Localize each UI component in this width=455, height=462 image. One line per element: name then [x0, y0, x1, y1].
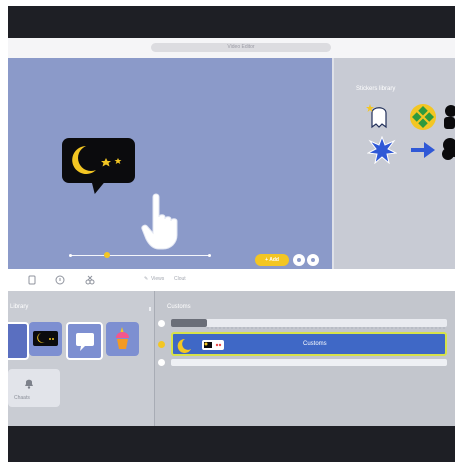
ruler-playhead-region [171, 319, 207, 327]
moon-bubble-thumb-icon [33, 331, 58, 346]
play-button[interactable] [293, 254, 305, 266]
blue-arrow-sticker[interactable] [409, 140, 437, 160]
empty-track[interactable] [171, 359, 447, 366]
empty-track-marker[interactable] [158, 359, 165, 366]
timeline-title: Customs [167, 304, 191, 310]
timeline-panel: Customs Customs [155, 291, 455, 426]
bubble-clip-icon [202, 340, 224, 350]
speech-bubble-tail [88, 180, 107, 194]
views-label[interactable]: Views [151, 276, 164, 282]
help-icon[interactable] [55, 275, 65, 285]
track-label: Customs [303, 341, 327, 347]
video-frame: Video Editor + Add Stickers library ✎ Vi… [8, 6, 455, 462]
chaats-card[interactable]: Chaats [8, 369, 60, 407]
bell-icon [25, 379, 33, 389]
stickers-panel: Stickers library [334, 58, 455, 269]
moon-stars-icon [72, 146, 122, 174]
title-bar: Video Editor [8, 38, 455, 58]
library-title: Library [10, 304, 29, 310]
blue-splash-sticker[interactable] [367, 136, 397, 164]
green-diamond-sticker[interactable] [409, 103, 437, 131]
app-screen: Video Editor + Add Stickers library ✎ Vi… [8, 38, 455, 426]
cupcake-thumb-icon [116, 327, 129, 349]
library-thumb-2[interactable] [29, 322, 62, 356]
edit-pencil-icon[interactable]: ✎ [144, 276, 148, 282]
library-panel: Library Chaats [8, 291, 154, 426]
add-button[interactable]: + Add [255, 254, 289, 266]
page-icon[interactable] [27, 275, 37, 285]
silhouette-sticker[interactable] [442, 103, 455, 131]
record-button[interactable] [307, 254, 319, 266]
bottom-letterbox [8, 426, 455, 462]
library-thumb-3[interactable] [66, 322, 103, 360]
blank-bubble-thumb-icon [76, 333, 94, 351]
track-marker[interactable] [158, 341, 165, 348]
moon-clip-icon [177, 338, 191, 353]
ruler-marker [158, 320, 165, 327]
slider-start-dot [69, 254, 72, 257]
bottom-panel: Library Chaats Customs Customs [8, 291, 455, 426]
scissors-icon[interactable] [85, 275, 95, 285]
timeline-ruler[interactable] [171, 319, 447, 329]
timeline-track[interactable]: Customs [171, 332, 447, 356]
ghost-sticker[interactable] [364, 101, 394, 131]
window-title: Video Editor [151, 43, 331, 52]
ruler-ticks [207, 327, 447, 329]
black-cloud-sticker[interactable] [442, 136, 455, 162]
speech-bubble[interactable] [62, 138, 135, 183]
stickers-title: Stickers library [356, 86, 396, 92]
library-thumb-1[interactable] [8, 322, 29, 360]
preview-canvas[interactable]: + Add [8, 58, 332, 269]
clout-label[interactable]: Clout [174, 276, 186, 282]
slider-end-dot [208, 254, 211, 257]
editor-toolbar: ✎ Views Clout [8, 269, 455, 291]
slider-knob[interactable] [104, 252, 110, 258]
library-scroll-handle[interactable] [149, 307, 151, 311]
library-thumb-4[interactable] [106, 322, 139, 356]
chaats-label: Chaats [14, 395, 30, 401]
timeline-slider[interactable] [70, 255, 210, 256]
hand-pointer-icon [141, 193, 178, 250]
